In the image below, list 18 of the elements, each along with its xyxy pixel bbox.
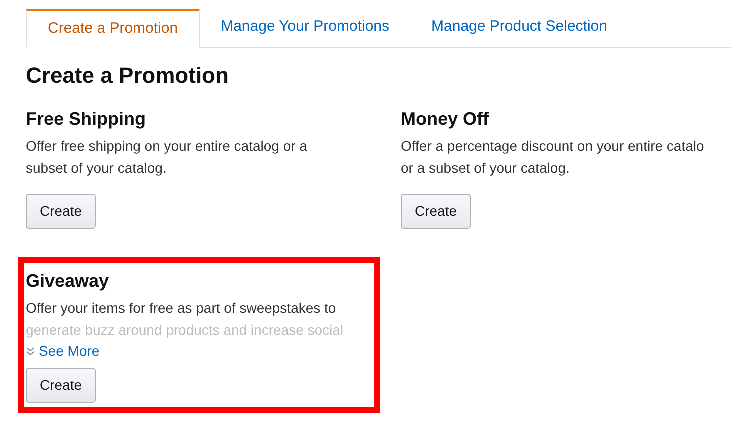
- promotion-description: Offer a percentage discount on your entire catalo: [401, 137, 706, 156]
- promotion-title: Giveaway: [26, 270, 110, 293]
- see-more-link[interactable]: See More: [26, 341, 374, 361]
- page-heading: Create a Promotion: [26, 62, 230, 90]
- tab[interactable]: Manage Your Promotions: [200, 8, 411, 47]
- promotion-title: Free Shipping: [26, 108, 148, 131]
- promotion-description: Offer free shipping on your entire catalog or a: [26, 137, 308, 156]
- promotion-description: Offer your items for free as part of sweepstakes to: [26, 299, 338, 318]
- create-button[interactable]: Create: [401, 194, 472, 229]
- tab[interactable]: Manage Product Selection: [410, 8, 628, 47]
- tab[interactable]: Create a Promotion: [26, 9, 200, 48]
- create-button[interactable]: Create: [26, 194, 96, 229]
- double-chevron-down-icon: [26, 346, 35, 356]
- promotion-title: Money Off: [401, 108, 490, 131]
- promotion-description: subset of your catalog.: [26, 159, 168, 178]
- promotion-description: or a subset of your catalog.: [401, 159, 571, 178]
- promotion-description: generate buzz around products and increase social: [26, 321, 345, 340]
- create-button[interactable]: Create: [26, 368, 96, 403]
